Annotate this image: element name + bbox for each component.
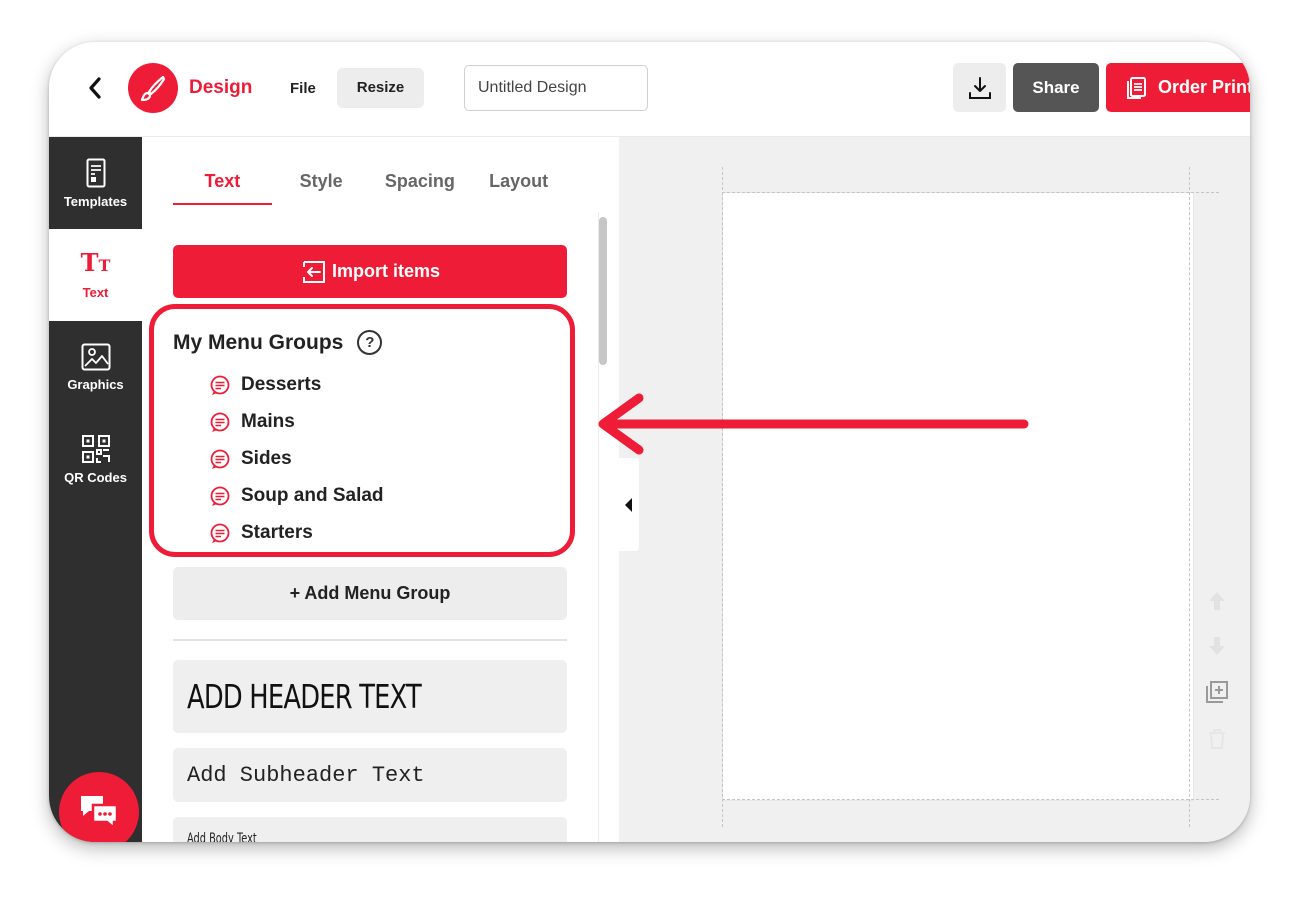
chat-bubbles-icon bbox=[81, 796, 119, 831]
move-down-icon[interactable] bbox=[1204, 633, 1230, 659]
bleed-guide-left bbox=[722, 167, 723, 827]
add-body-text-button[interactable]: Add Body Text bbox=[173, 817, 567, 842]
add-menu-group-button[interactable]: + Add Menu Group bbox=[173, 567, 567, 620]
order-print-button[interactable]: Order Print bbox=[1106, 63, 1250, 112]
design-title-input[interactable] bbox=[464, 65, 648, 111]
paintbrush-icon[interactable] bbox=[128, 63, 178, 113]
tab-spacing[interactable]: Spacing bbox=[371, 157, 470, 205]
text-icon: TT bbox=[80, 248, 111, 277]
menu-group-label: Sides bbox=[241, 448, 292, 469]
rail-item-graphics[interactable]: Graphics bbox=[49, 321, 142, 413]
tab-layout[interactable]: Layout bbox=[469, 157, 568, 205]
rail-item-qr-codes[interactable]: QR Codes bbox=[49, 413, 142, 505]
add-header-text-button[interactable]: ADD HEADER TEXT bbox=[173, 660, 567, 733]
menu-group-label: Desserts bbox=[241, 374, 322, 395]
print-document-icon bbox=[1127, 76, 1146, 99]
download-icon bbox=[968, 76, 991, 99]
menu-group-icon bbox=[210, 486, 230, 506]
text-panel: Text Style Spacing Layout Import items M… bbox=[142, 137, 619, 842]
subheader-text-sample: Add Subheader Text bbox=[187, 762, 425, 788]
bleed-guide-bottom bbox=[722, 799, 1219, 800]
import-items-label: Import items bbox=[331, 261, 441, 281]
file-menu[interactable]: File bbox=[284, 70, 322, 108]
section-divider bbox=[173, 639, 567, 641]
rail-item-label: Templates bbox=[63, 193, 128, 209]
chevron-left-icon[interactable] bbox=[85, 74, 105, 102]
bleed-guide-right bbox=[1189, 167, 1190, 827]
duplicate-icon[interactable] bbox=[1204, 679, 1230, 705]
qr-code-icon bbox=[81, 434, 110, 463]
tab-text[interactable]: Text bbox=[173, 157, 272, 205]
app-window: Design File Resize Share Order Print bbox=[49, 42, 1250, 842]
share-button[interactable]: Share bbox=[1013, 63, 1099, 112]
delete-icon[interactable] bbox=[1204, 726, 1230, 752]
order-print-label: Order Print bbox=[1158, 77, 1250, 97]
menu-group-label: Starters bbox=[241, 522, 313, 543]
help-icon[interactable]: ? bbox=[357, 330, 383, 355]
rail-item-templates[interactable]: Templates bbox=[49, 137, 142, 229]
bleed-guide-top bbox=[722, 192, 1219, 193]
caret-left-icon bbox=[625, 497, 632, 512]
image-icon bbox=[81, 343, 110, 370]
panel-tabs: Text Style Spacing Layout bbox=[173, 157, 568, 205]
menu-group-item[interactable]: Soup and Salad bbox=[209, 481, 384, 511]
left-rail: Templates TT Text Graphics QR Codes bbox=[49, 137, 142, 842]
chat-button[interactable] bbox=[59, 772, 139, 842]
menu-group-item[interactable]: Desserts bbox=[209, 370, 321, 400]
rail-item-label: QR Codes bbox=[64, 469, 127, 485]
add-subheader-text-button[interactable]: Add Subheader Text bbox=[173, 748, 567, 802]
import-items-button[interactable]: Import items bbox=[173, 245, 567, 298]
body-text-sample: Add Body Text bbox=[187, 831, 257, 842]
menu-group-label: Mains bbox=[241, 411, 295, 432]
resize-button[interactable]: Resize bbox=[337, 68, 424, 108]
collapse-panel-button[interactable] bbox=[619, 458, 639, 551]
download-button[interactable] bbox=[953, 63, 1006, 112]
rail-item-text[interactable]: TT Text bbox=[49, 229, 142, 321]
scrollbar-thumb[interactable] bbox=[599, 217, 607, 365]
top-bar: Design File Resize Share Order Print bbox=[49, 42, 1250, 137]
menu-group-item[interactable]: Starters bbox=[209, 518, 313, 548]
menu-groups-section: My Menu Groups ? bbox=[173, 330, 383, 355]
menu-group-label: Soup and Salad bbox=[241, 485, 384, 506]
menu-groups-title: My Menu Groups bbox=[173, 330, 344, 354]
templates-icon bbox=[86, 158, 105, 187]
design-page[interactable] bbox=[722, 192, 1194, 801]
move-up-icon[interactable] bbox=[1204, 588, 1230, 614]
menu-group-icon bbox=[210, 375, 230, 395]
menu-group-item[interactable]: Sides bbox=[209, 444, 292, 474]
menu-group-icon bbox=[210, 523, 230, 543]
rail-item-label: Text bbox=[82, 285, 109, 300]
brand-name: Design bbox=[189, 77, 253, 98]
tab-style[interactable]: Style bbox=[272, 157, 371, 205]
import-arrow-icon bbox=[302, 260, 325, 283]
menu-group-icon bbox=[210, 412, 230, 432]
rail-item-label: Graphics bbox=[67, 376, 124, 392]
menu-group-icon bbox=[210, 449, 230, 469]
menu-group-item[interactable]: Mains bbox=[209, 407, 295, 437]
header-text-sample: ADD HEADER TEXT bbox=[187, 677, 422, 716]
